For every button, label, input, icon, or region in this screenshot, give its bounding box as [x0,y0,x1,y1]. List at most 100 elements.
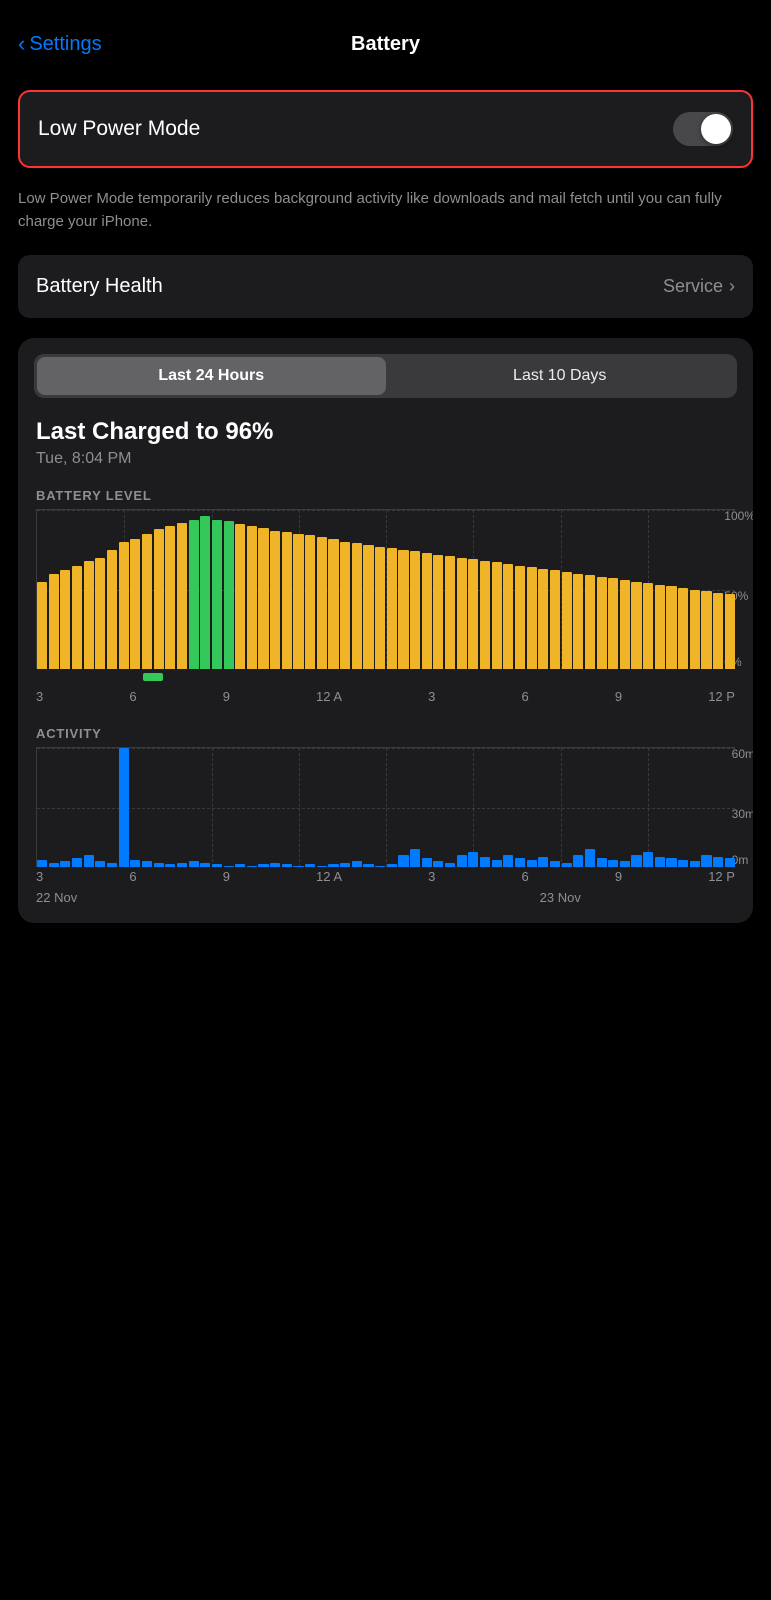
battery-bar-33 [422,553,432,669]
battery-bar-34 [433,555,443,669]
activity-bar-9 [142,861,152,867]
battery-bar-28 [363,545,373,669]
battery-bar-32 [410,551,420,669]
activity-bar-28 [363,864,373,867]
activity-bar-51 [631,855,641,867]
activity-bar-52 [643,852,653,867]
battery-bar-9 [142,534,152,669]
battery-bar-3 [72,566,82,669]
activity-bar-44 [550,861,560,867]
activity-bar-0 [37,860,47,867]
grid-line-top [37,510,735,511]
battery-bar-2 [60,570,70,669]
activity-bar-20 [270,863,280,867]
activity-bar-30 [387,864,397,867]
activity-bar-25 [328,864,338,867]
low-power-mode-section: Low Power Mode [18,90,753,168]
activity-bar-14 [200,863,210,867]
activity-bar-32 [410,849,420,867]
toggle-knob [701,114,731,144]
battery-bar-22 [293,534,303,669]
x-label-6pm: 6 [522,689,529,704]
activity-bar-31 [398,855,408,867]
activity-bar-39 [492,860,502,867]
activity-bar-48 [597,858,607,867]
battery-bar-17 [235,524,245,669]
act-x-12a: 12 A [316,869,342,884]
back-button[interactable]: ‹ Settings [18,31,102,57]
activity-bar-34 [433,861,443,867]
battery-bar-50 [620,580,630,669]
battery-bar-49 [608,578,618,669]
battery-bar-45 [562,572,572,669]
battery-bar-1 [49,574,59,669]
x-label-12p: 12 P [708,689,735,704]
act-vgrid-4 [386,748,387,867]
battery-bar-37 [468,559,478,669]
battery-bar-18 [247,526,257,669]
activity-bar-35 [445,863,455,867]
battery-bar-15 [212,520,222,669]
battery-bar-48 [597,577,607,669]
activity-bar-53 [655,857,665,867]
battery-bar-0 [37,582,47,669]
act-x-9: 9 [223,869,230,884]
battery-bar-21 [282,532,292,669]
activity-label: ACTIVITY [18,714,753,747]
battery-bar-54 [666,586,676,669]
activity-bar-29 [375,866,385,867]
activity-bar-47 [585,849,595,867]
activity-chart-area: 60m 30m 0m [18,747,753,867]
chevron-right-icon: › [729,276,735,297]
date-labels: 22 Nov 23 Nov [18,884,753,905]
battery-health-row[interactable]: Battery Health Service › [18,255,753,318]
battery-bar-16 [224,521,234,669]
activity-bar-12 [177,863,187,867]
battery-chart-container [36,509,735,669]
battery-bar-5 [95,558,105,669]
battery-bar-42 [527,567,537,669]
chart-card: Last 24 Hours Last 10 Days Last Charged … [18,338,753,923]
tab-last-10-days[interactable]: Last 10 Days [386,357,735,395]
act-x-3: 3 [36,869,43,884]
act-vgrid-3 [299,748,300,867]
activity-bar-2 [60,861,70,867]
battery-health-right: Service › [663,276,735,297]
battery-bar-51 [631,582,641,669]
activity-bar-42 [527,860,537,867]
x-label-9pm: 9 [615,689,622,704]
activity-bar-16 [224,866,234,867]
low-power-description: Low Power Mode temporarily reduces backg… [0,178,771,249]
activity-bar-18 [247,866,257,867]
battery-bar-35 [445,556,455,669]
activity-bar-17 [235,864,245,867]
act-vgrid-6 [561,748,562,867]
charge-title: Last Charged to 96% [36,418,735,446]
battery-bar-47 [585,575,595,669]
activity-bar-21 [282,864,292,867]
battery-bar-10 [154,529,164,669]
activity-bar-19 [258,864,268,867]
low-power-mode-row[interactable]: Low Power Mode [18,90,753,168]
battery-bar-25 [328,539,338,669]
low-power-mode-label: Low Power Mode [38,117,200,141]
activity-bar-10 [154,863,164,867]
page-title: Battery [351,33,420,56]
low-power-mode-toggle[interactable] [673,112,733,146]
activity-bar-56 [690,861,700,867]
battery-bar-43 [538,569,548,669]
activity-bar-22 [293,866,303,867]
battery-x-axis: 3 6 9 12 A 3 6 9 12 P [18,687,753,704]
battery-bar-29 [375,547,385,669]
tab-last-24-hours[interactable]: Last 24 Hours [37,357,386,395]
back-chevron-icon: ‹ [18,31,25,57]
activity-bar-57 [701,855,711,867]
battery-bar-8 [130,539,140,669]
battery-bar-40 [503,564,513,669]
battery-bar-26 [340,542,350,669]
battery-bar-11 [165,526,175,669]
activity-bar-26 [340,863,350,867]
activity-bar-41 [515,858,525,867]
activity-bar-59 [725,858,735,867]
activity-bar-4 [84,855,94,867]
